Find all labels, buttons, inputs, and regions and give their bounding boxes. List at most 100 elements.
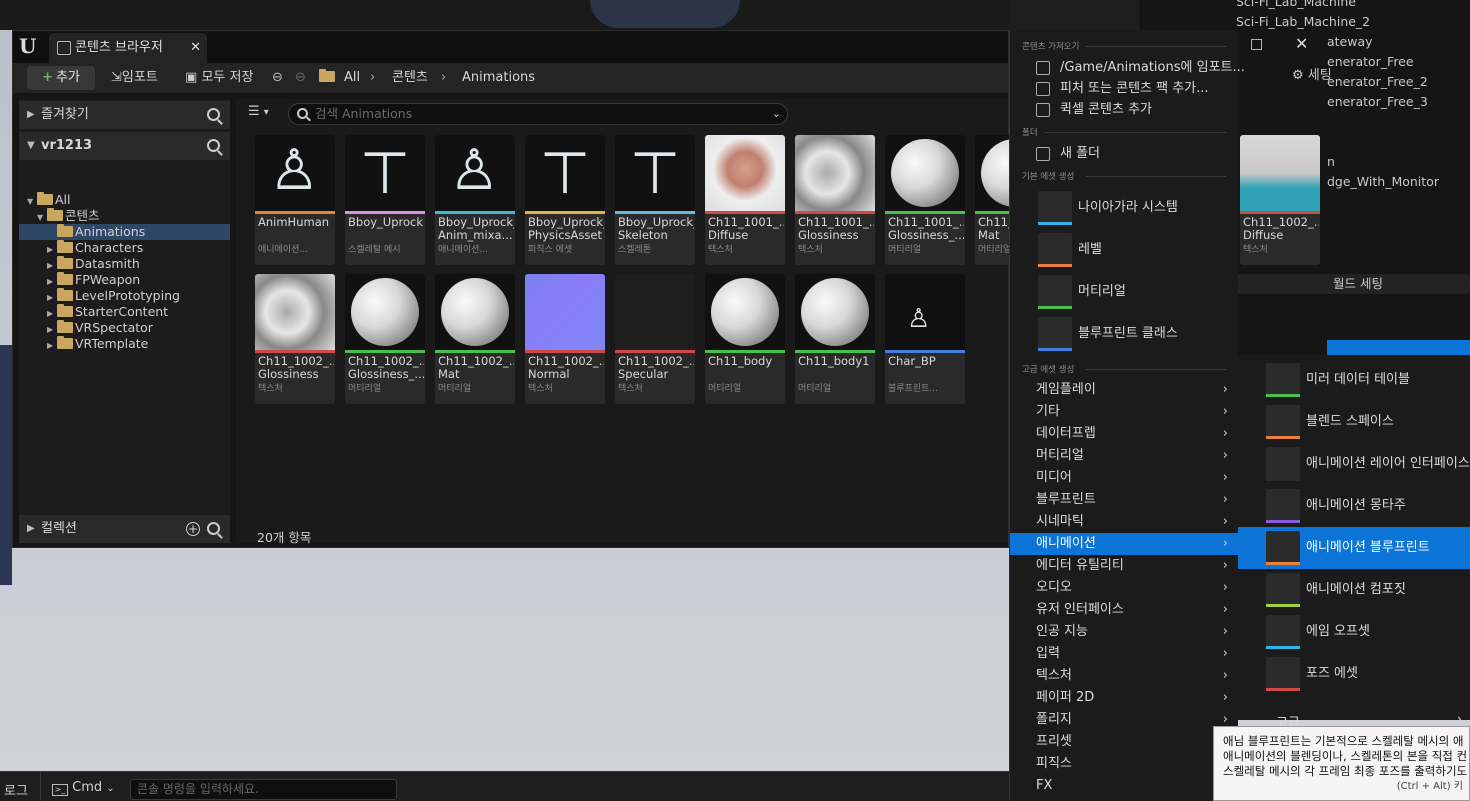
outliner-row[interactable]: Sci-Fi_Lab_Machine_2	[1140, 12, 1470, 32]
asset-tile[interactable]: Ch11_1001_... Glossiness 텍스처	[795, 135, 875, 265]
asset-tile[interactable]: ♙ AnimHuman 애니메이션...	[255, 135, 335, 265]
close-icon[interactable]: ✕	[1295, 34, 1315, 54]
category-menu-item[interactable]: 인공 지능 ›	[1010, 621, 1238, 643]
asset-tile[interactable]: Ch11_1002_... Normal 텍스처	[525, 274, 605, 404]
asset-tile[interactable]: Ch11_1001_... Diffuse 텍스처	[705, 135, 785, 265]
console-input[interactable]: 콘솔 명령을 입력하세요.	[130, 779, 397, 800]
category-menu-item[interactable]: 머티리얼 ›	[1010, 445, 1238, 467]
category-menu-item[interactable]: 에디터 유틸리티 ›	[1010, 555, 1238, 577]
history-back-icon[interactable]: ⊖	[272, 63, 283, 93]
chevron-right-icon: ›	[1222, 558, 1228, 573]
asset-type: 머티리얼	[888, 245, 922, 255]
basic-asset-menu-item[interactable]: 머티리얼	[1036, 273, 1236, 311]
asset-tile[interactable]: ⊤ Bboy_Uprock_ PhysicsAsset 피직스 에셋	[525, 135, 605, 265]
asset-tile[interactable]: Ch11_1002_... Specular 텍스처	[615, 274, 695, 404]
add-button[interactable]: + 추가	[27, 66, 95, 90]
breadcrumb-all[interactable]: All	[344, 63, 360, 93]
expand-icon[interactable]: ▶	[47, 338, 57, 354]
category-menu-item[interactable]: 피직스›	[1010, 753, 1238, 775]
asset-tile[interactable]: Ch11_1002_... Mat 머티리얼	[435, 274, 515, 404]
folder-tree-item[interactable]: ▼ 콘텐츠	[19, 208, 230, 224]
category-menu-item[interactable]: 데이터프렙 ›	[1010, 423, 1238, 445]
asset-tile[interactable]: Ch11_1002_... Diffuse 텍스처	[1240, 135, 1320, 265]
asset-tile[interactable]: Ch11_body 머티리얼	[705, 274, 785, 404]
breadcrumb-animations[interactable]: Animations	[462, 63, 535, 93]
asset-tile[interactable]: Ch11_1002_... Glossiness_... 머티리얼	[345, 274, 425, 404]
folder-icon	[57, 240, 73, 253]
folder-tree-item[interactable]: ▶ VRTemplate	[19, 336, 230, 352]
import-button[interactable]: ⇲임포트	[111, 66, 158, 90]
animation-asset-menu-item[interactable]: 에임 오프셋	[1238, 611, 1470, 653]
favorites-section[interactable]: ▶ 즐겨찾기	[19, 101, 230, 129]
category-menu-item[interactable]: 유저 인터페이스 ›	[1010, 599, 1238, 621]
search-icon[interactable]	[207, 522, 220, 535]
asset-color-underline	[1038, 222, 1072, 225]
asset-thumbnail: ♙	[255, 135, 335, 211]
cmd-dropdown[interactable]: >_ Cmd ⌄	[52, 778, 115, 798]
search-input[interactable]: 검색 Animations ⌄	[288, 103, 788, 125]
menu-item-label: 프리셋	[1036, 734, 1072, 749]
category-menu-item[interactable]: 미디어 ›	[1010, 467, 1238, 489]
folder-tree-item[interactable]: ▶ Characters	[19, 240, 230, 256]
favorites-label: 즐겨찾기	[41, 107, 89, 122]
folder-tree-item[interactable]: ▶ FPWeapon	[19, 272, 230, 288]
folder-tree-item[interactable]: ▶ LevelPrototyping	[19, 288, 230, 304]
asset-tile[interactable]: ⊤ Bboy_Uprock_ Skeleton 스켈레톤	[615, 135, 695, 265]
folder-tree-item[interactable]: ▶ Datasmith	[19, 256, 230, 272]
history-forward-icon[interactable]: ⊖	[295, 63, 306, 93]
log-button[interactable]: 로그	[4, 780, 28, 799]
tab-content-browser[interactable]: 콘텐츠 브라우저 ✕	[49, 33, 207, 63]
category-menu-item[interactable]: 기타 ›	[1010, 401, 1238, 423]
add-collection-icon[interactable]: +	[186, 522, 200, 536]
asset-color-underline	[1266, 478, 1300, 481]
collections-section[interactable]: ▶ 컬렉션 +	[19, 515, 230, 543]
category-menu-item[interactable]: FX	[1010, 775, 1238, 797]
folder-tree-item[interactable]: ▶ VRSpectator	[19, 320, 230, 336]
animation-asset-menu-item[interactable]: 애니메이션 몽타주	[1238, 485, 1470, 527]
folder-icon[interactable]	[319, 63, 337, 93]
folder-tree-item[interactable]: Animations	[19, 224, 230, 240]
category-menu-item[interactable]: 폴리지 ›	[1010, 709, 1238, 731]
category-menu-item[interactable]: 프리셋›	[1010, 731, 1238, 753]
maximize-icon[interactable]: □	[1250, 34, 1270, 54]
save-all-button[interactable]: ▣ 모두 저장	[185, 66, 253, 90]
import-to-menu-item[interactable]: /Game/Animations에 임포트...	[1010, 57, 1245, 79]
chevron-down-icon[interactable]: ⌄	[772, 104, 781, 124]
category-menu-item[interactable]: 게임플레이 ›	[1010, 379, 1238, 401]
asset-tile[interactable]: ♙ Char_BP 블루프린트...	[885, 274, 965, 404]
add-feature-pack-menu-item[interactable]: 피처 또는 콘텐츠 팩 추가...	[1010, 78, 1238, 100]
asset-tile[interactable]: Ch11_body1 머티리얼	[795, 274, 875, 404]
close-tab-icon[interactable]: ✕	[190, 33, 201, 63]
animation-asset-menu-item[interactable]: 포즈 에셋	[1238, 653, 1470, 695]
category-menu-item[interactable]: 애니메이션 ›	[1010, 533, 1238, 555]
search-icon[interactable]	[207, 108, 220, 121]
add-quixel-menu-item[interactable]: 퀵셀 콘텐츠 추가	[1010, 99, 1238, 121]
animation-asset-menu-item[interactable]: 미러 데이터 테이블	[1238, 359, 1470, 401]
category-menu-item[interactable]: 블루프린트 ›	[1010, 489, 1238, 511]
category-menu-item[interactable]: 입력 ›	[1010, 643, 1238, 665]
asset-tile[interactable]: Ch11_1001_... Glossiness_... 머티리얼	[885, 135, 965, 265]
asset-tile[interactable]: ⊤ Bboy_Uprock 스켈레탈 메시	[345, 135, 425, 265]
divider	[1044, 132, 1226, 133]
category-menu-item[interactable]: 페이퍼 2D ›	[1010, 687, 1238, 709]
outliner-row[interactable]: Sci-Fi_Lab_Machine	[1140, 0, 1470, 12]
basic-asset-menu-item[interactable]: 나이아가라 시스템	[1036, 189, 1236, 227]
breadcrumb-content[interactable]: 콘텐츠	[392, 63, 428, 93]
basic-asset-menu-item[interactable]: 레벨	[1036, 231, 1236, 269]
folder-tree-item[interactable]: ▼ All	[19, 192, 230, 208]
new-folder-menu-item[interactable]: 새 폴더	[1010, 143, 1238, 165]
basic-asset-menu-item[interactable]: 블루프린트 클래스	[1036, 315, 1236, 353]
animation-asset-menu-item[interactable]: 블렌드 스페이스	[1238, 401, 1470, 443]
folder-tree-item[interactable]: ▶ StarterContent	[19, 304, 230, 320]
asset-tile[interactable]: Ch11_1002_... Glossiness 텍스처	[255, 274, 335, 404]
animation-asset-menu-item[interactable]: 애니메이션 레이어 인터페이스	[1238, 443, 1470, 485]
animation-asset-menu-item[interactable]: 애니메이션 컴포짓	[1238, 569, 1470, 611]
search-icon[interactable]	[207, 139, 220, 152]
animation-asset-menu-item[interactable]: 애니메이션 블루프린트	[1238, 527, 1470, 569]
category-menu-item[interactable]: 시네마틱 ›	[1010, 511, 1238, 533]
project-section[interactable]: ▼ vr1213	[19, 132, 230, 160]
filter-button[interactable]: ☰ ▾	[248, 104, 282, 126]
category-menu-item[interactable]: 텍스처 ›	[1010, 665, 1238, 687]
asset-tile[interactable]: ♙ Bboy_Uprock_ Anim_mixa... 애니메이션...	[435, 135, 515, 265]
category-menu-item[interactable]: 오디오 ›	[1010, 577, 1238, 599]
